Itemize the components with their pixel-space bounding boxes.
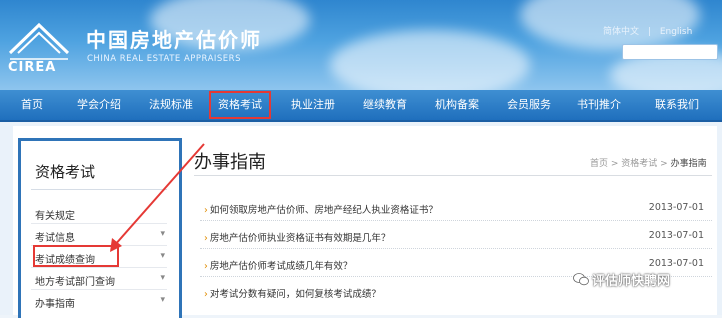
list-item-date: 2013-07-01 [648, 202, 704, 213]
list-item-date: 2013-07-01 [648, 230, 704, 241]
breadcrumb-current: 办事指南 [670, 159, 707, 169]
nav-item-regulations[interactable]: 法规标准 [138, 90, 204, 120]
sidebar-separator [31, 267, 167, 268]
bullet-icon: › [204, 233, 208, 244]
chevron-down-icon: ▾ [160, 273, 165, 283]
site-title: 中国房地产估价师 [86, 28, 262, 52]
row-separator [200, 220, 712, 222]
nav-item-home[interactable]: 首页 [4, 90, 60, 120]
sidebar-item-label: 地方考试部门查询 [35, 277, 115, 288]
breadcrumb-home-link[interactable]: 首页 [590, 159, 608, 169]
breadcrumb-section-link[interactable]: 资格考试 [621, 159, 657, 169]
list-item-date: 2013-07-01 [648, 258, 704, 269]
nav-item-registration[interactable]: 执业注册 [280, 90, 346, 120]
lang-separator: | [647, 27, 651, 37]
sidebar-item-guide[interactable]: 办事指南 ▾ [35, 295, 165, 310]
sidebar-item-label: 考试信息 [35, 233, 75, 244]
lang-english-link[interactable]: English [660, 27, 693, 37]
watermark-text: 评估师快聘网 [592, 274, 671, 289]
page-title: 办事指南 [194, 152, 266, 173]
title-divider [194, 175, 712, 176]
sidebar-item-label: 办事指南 [35, 299, 75, 310]
nav-item-qualification-exam[interactable]: 资格考试 [208, 90, 272, 120]
bullet-icon: › [204, 261, 208, 272]
breadcrumb-separator: > [657, 159, 671, 169]
site-header: CIREA 中国房地产估价师 CHINA REAL ESTATE APPRAIS… [0, 0, 722, 90]
nav-item-publications[interactable]: 书刊推介 [566, 90, 632, 120]
sidebar-item-label: 有关规定 [35, 211, 75, 222]
list-item-title[interactable]: 对考试分数有疑问，如何复核考试成绩？ [210, 289, 381, 300]
site-subtitle: CHINA REAL ESTATE APPRAISERS [87, 54, 241, 64]
sidebar-item-local-exam-offices[interactable]: 地方考试部门查询 ▾ [35, 273, 165, 288]
nav-item-continuing-education[interactable]: 继续教育 [352, 90, 418, 120]
nav-item-member-services[interactable]: 会员服务 [496, 90, 562, 120]
language-switch: 简体中文 | English [600, 24, 695, 37]
list-item[interactable]: › 房地产估价师执业资格证书有效期是几年？ 2013-07-01 [200, 226, 712, 248]
search-input[interactable] [622, 44, 718, 60]
lang-chinese-link[interactable]: 简体中文 [603, 27, 639, 37]
breadcrumb-separator: > [608, 159, 622, 169]
row-separator [200, 248, 712, 250]
logo-text: CIREA [8, 60, 57, 75]
main-nav: 首页 学会介绍 法规标准 资格考试 执业注册 继续教育 机构备案 会员服务 书刊… [0, 90, 722, 122]
list-item-title[interactable]: 如何领取房地产估价师、房地产经纪人执业资格证书？ [210, 205, 438, 216]
list-item[interactable]: › 如何领取房地产估价师、房地产经纪人执业资格证书？ 2013-07-01 [200, 198, 712, 220]
cloud-decoration [330, 30, 530, 90]
wechat-icon [573, 273, 589, 286]
sidebar-title: 资格考试 [35, 163, 96, 181]
bullet-icon: › [204, 289, 208, 300]
list-item-title[interactable]: 房地产估价师考试成绩几年有效？ [210, 261, 353, 272]
nav-item-about[interactable]: 学会介绍 [66, 90, 132, 120]
nav-item-agency-filing[interactable]: 机构备案 [424, 90, 490, 120]
breadcrumb: 首页 > 资格考试 > 办事指南 [590, 156, 707, 169]
nav-item-contact[interactable]: 联系我们 [640, 90, 714, 120]
chevron-down-icon: ▾ [160, 295, 165, 305]
list-item-title[interactable]: 房地产估价师执业资格证书有效期是几年？ [210, 233, 391, 244]
sidebar-separator [31, 289, 167, 290]
bullet-icon: › [204, 205, 208, 216]
